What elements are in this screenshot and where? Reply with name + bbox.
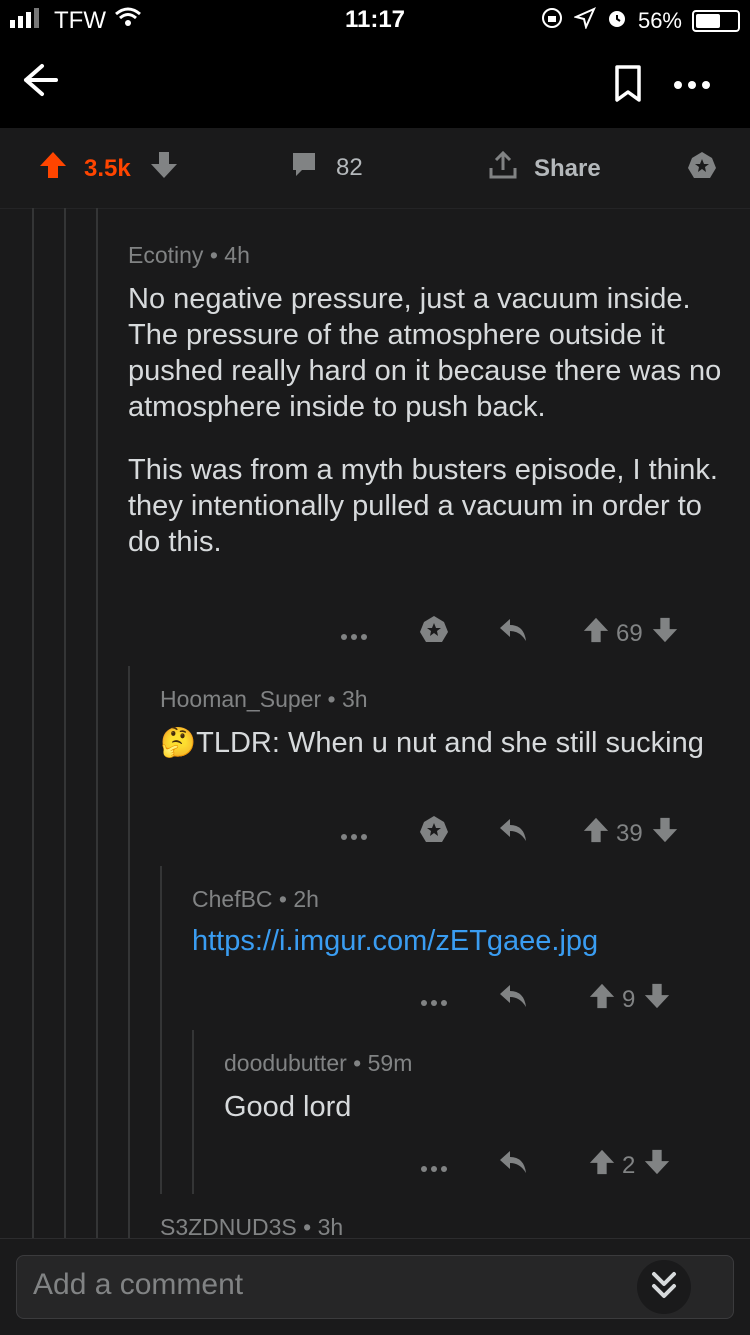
award-icon[interactable] [418,614,450,653]
add-comment-bar: Add a comment [0,1238,750,1335]
award-button[interactable] [686,150,718,189]
comment-body: No negative pressure, just a vacuum insi… [128,283,722,423]
reply-icon[interactable] [498,983,528,1016]
comment-meta: doodubutter • 59m [224,1050,413,1076]
comment-age: 59m [367,1050,413,1076]
more-options-icon[interactable] [420,986,448,1014]
comment-body: This was from a myth busters episode, I … [128,454,718,558]
more-options-icon[interactable] [340,620,368,648]
comments-count: 82 [336,153,363,181]
comment: Ecotiny • 4h No negative pressure, just … [128,242,728,560]
upvote-icon[interactable] [582,816,610,851]
comment-age: 4h [224,242,250,268]
comment-meta: ChefBC • 2h [192,886,319,912]
more-options-icon[interactable] [420,1152,448,1180]
comment-author[interactable]: Ecotiny [128,242,203,268]
comment-text: TLDR: When u nut and she still sucking [196,727,704,759]
comment-score: 69 [616,619,643,647]
location-icon [572,7,596,35]
comment-author[interactable]: Hooman_Super [160,686,321,712]
upvote-icon[interactable] [588,1148,616,1183]
comment-score: 39 [616,819,643,847]
comments-count-button[interactable]: 82 [290,150,363,185]
upvote-icon[interactable] [582,616,610,651]
comment: S3ZDNUD3S • 3h [160,1214,720,1238]
collapse-button[interactable] [637,1260,691,1314]
double-chevron-down-icon [637,1272,691,1318]
comment-actions: 9 [420,982,671,1017]
upvote-icon[interactable] [38,150,68,187]
comment-age: 2h [293,886,319,912]
post-action-bar: 3.5k 82 Share [0,128,750,209]
award-icon [686,150,718,189]
comment-actions: 69 [340,614,679,653]
comment-age: 3h [317,1214,344,1238]
comment: doodubutter • 59m Good lord [224,1050,724,1125]
post-score: 3.5k [84,154,131,182]
comment-meta: Hooman_Super • 3h [160,686,368,712]
upvote-icon[interactable] [588,982,616,1017]
downvote-icon[interactable] [643,1148,671,1183]
comment-age: 3h [341,686,368,712]
top-nav [0,40,750,128]
thread-line [32,208,34,1238]
add-comment-placeholder: Add a comment [33,1268,244,1301]
comment-author[interactable]: ChefBC [192,886,273,912]
comment-thread: Ecotiny • 4h No negative pressure, just … [0,208,750,1238]
comment-author[interactable]: S3ZDNUD3S [160,1214,297,1238]
award-icon[interactable] [418,814,450,853]
orientation-lock-icon [540,6,564,36]
downvote-icon[interactable] [651,616,679,651]
thread-line [64,208,66,1238]
thread-line [128,666,130,1238]
thread-line [160,866,162,1194]
comment: ChefBC • 2h https://i.imgur.com/zETgaee.… [192,886,732,958]
comment-score: 2 [622,1151,636,1179]
share-label: Share [534,154,601,182]
comment-bubble-icon [290,150,318,185]
reply-icon[interactable] [498,617,528,650]
comment-meta: S3ZDNUD3S • 3h [160,1214,344,1238]
reply-icon[interactable] [498,817,528,850]
reply-icon[interactable] [498,1149,528,1182]
downvote-icon[interactable] [651,816,679,851]
comment-meta: Ecotiny • 4h [128,242,250,268]
comment: Hooman_Super • 3h 🤔TLDR: When u nut and … [160,686,730,761]
comment-actions: 2 [420,1148,671,1183]
comment-actions: 39 [340,814,679,853]
comment-score: 9 [622,985,636,1013]
back-arrow-icon[interactable] [20,60,60,111]
bookmark-icon[interactable] [614,64,642,104]
more-options-icon[interactable] [672,58,712,100]
thinking-emoji: 🤔 [160,727,197,759]
thread-line [192,1030,194,1194]
status-bar: TFW 11:17 56% [0,0,750,40]
post-vote: 3.5k [38,150,179,187]
comment-link[interactable]: https://i.imgur.com/zETgaee.jpg [192,925,732,958]
thread-line [96,208,98,1238]
comment-body: Good lord [224,1091,352,1123]
share-button[interactable]: Share [488,150,601,187]
downvote-icon[interactable] [643,982,671,1017]
share-icon [488,150,518,187]
comment-author[interactable]: doodubutter [224,1050,347,1076]
alarm-icon [606,7,628,35]
battery-icon [692,10,740,32]
comment-body: 🤔TLDR: When u nut and she still sucking [160,725,730,761]
add-comment-input[interactable]: Add a comment [16,1255,734,1319]
downvote-icon[interactable] [149,150,179,187]
more-options-icon[interactable] [340,820,368,848]
battery-percent: 56% [637,8,682,33]
